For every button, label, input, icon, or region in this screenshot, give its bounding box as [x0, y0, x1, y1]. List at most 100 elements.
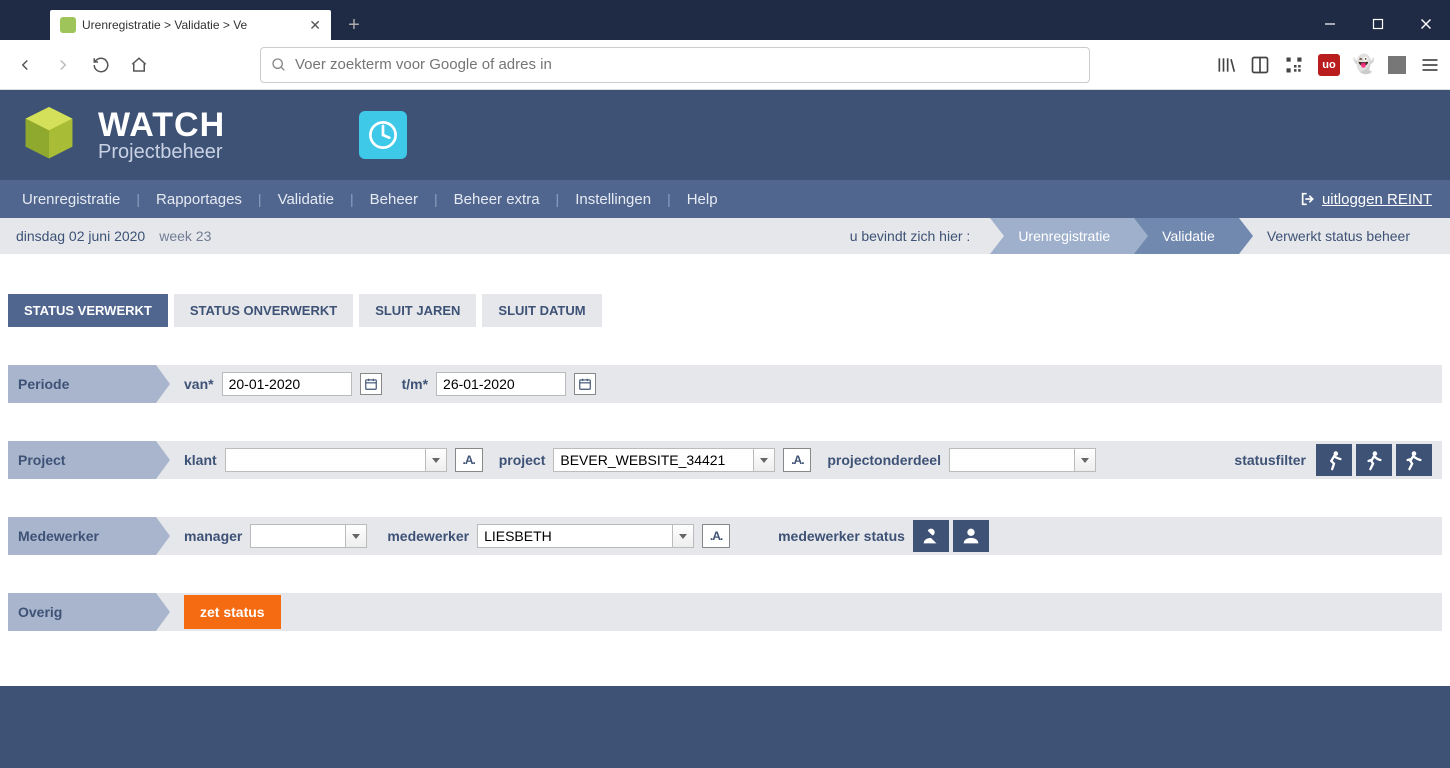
chevron-down-icon: [1080, 455, 1090, 465]
address-input[interactable]: [295, 56, 1079, 73]
person-run-icon: [1363, 449, 1385, 471]
medewerker-dropdown-button[interactable]: [672, 524, 694, 548]
window-maximize-button[interactable]: [1354, 8, 1402, 40]
tm-input[interactable]: [436, 372, 566, 396]
tab-sluit-jaren[interactable]: SLUIT JAREN: [359, 294, 476, 327]
van-calendar-button[interactable]: [360, 373, 382, 395]
statusfilter-btn-3[interactable]: [1396, 444, 1432, 476]
tm-label: t/m*: [402, 376, 428, 392]
medewerker-input[interactable]: [477, 524, 672, 548]
onderdeel-input[interactable]: [949, 448, 1074, 472]
manager-combo[interactable]: [250, 524, 367, 548]
nav-help[interactable]: Help: [683, 191, 722, 208]
van-input[interactable]: [222, 372, 352, 396]
menu-button[interactable]: [1420, 55, 1440, 75]
person-icon: [960, 525, 982, 547]
back-button[interactable]: [10, 50, 40, 80]
brand-subtitle: Projectbeheer: [98, 142, 225, 162]
calendar-icon: [364, 377, 378, 391]
tm-calendar-button[interactable]: [574, 373, 596, 395]
project-combo[interactable]: [553, 448, 775, 472]
onderdeel-combo[interactable]: [949, 448, 1096, 472]
manager-dropdown-button[interactable]: [345, 524, 367, 548]
search-icon: [271, 57, 287, 73]
project-lookup-button[interactable]: .A.: [783, 448, 811, 472]
project-input[interactable]: [553, 448, 753, 472]
medewerker-status-btn-1[interactable]: [913, 520, 949, 552]
forward-button[interactable]: [48, 50, 78, 80]
window-controls: [1306, 8, 1450, 40]
nav-beheer[interactable]: Beheer: [366, 191, 422, 208]
brand-name: WATCH: [98, 108, 225, 142]
chevron-down-icon: [351, 531, 361, 541]
browser-toolbar: uo 👻: [0, 40, 1450, 90]
reader-icon[interactable]: [1250, 55, 1270, 75]
tab-close-icon[interactable]: ✕: [309, 17, 321, 34]
browser-tab[interactable]: Urenregistratie > Validatie > Ve ✕: [50, 10, 331, 40]
qr-icon[interactable]: [1284, 55, 1304, 75]
nav-validatie[interactable]: Validatie: [274, 191, 338, 208]
onderdeel-dropdown-button[interactable]: [1074, 448, 1096, 472]
logo-icon: [14, 100, 84, 170]
medewerker-status-btn-2[interactable]: [953, 520, 989, 552]
person-run-icon: [1403, 449, 1425, 471]
home-button[interactable]: [124, 50, 154, 80]
manager-input[interactable]: [250, 524, 345, 548]
person-slash-icon: [920, 525, 942, 547]
extension-icon[interactable]: [1388, 56, 1406, 74]
van-label: van*: [184, 376, 214, 392]
reload-button[interactable]: [86, 50, 116, 80]
nav-beheer-extra[interactable]: Beheer extra: [450, 191, 544, 208]
row-periode: Periode van* t/m*: [8, 365, 1442, 403]
nav-instellingen[interactable]: Instellingen: [571, 191, 655, 208]
clock-badge-icon[interactable]: [359, 111, 407, 159]
ublock-icon[interactable]: uo: [1318, 54, 1340, 76]
page-tabs: STATUS VERWERKT STATUS ONVERWERKT SLUIT …: [0, 264, 1450, 327]
app-header: WATCH Projectbeheer: [0, 90, 1450, 180]
row-overig: Overig zet status: [8, 593, 1442, 631]
onderdeel-label: projectonderdeel: [827, 452, 941, 468]
library-icon[interactable]: [1216, 55, 1236, 75]
logo-text: WATCH Projectbeheer: [98, 108, 225, 162]
window-close-button[interactable]: [1402, 8, 1450, 40]
klant-input[interactable]: [225, 448, 425, 472]
new-tab-button[interactable]: +: [339, 10, 369, 40]
logout-icon: [1300, 191, 1316, 207]
medewerker-status-label: medewerker status: [778, 528, 905, 544]
logout-link[interactable]: uitloggen REINT: [1300, 191, 1432, 208]
breadcrumb-l2[interactable]: Validatie: [1134, 218, 1239, 254]
location-label: u bevindt zich hier :: [850, 228, 971, 244]
breadcrumb-l1[interactable]: Urenregistratie: [990, 218, 1134, 254]
current-week: week 23: [159, 228, 211, 244]
tab-status-verwerkt[interactable]: STATUS VERWERKT: [8, 294, 168, 327]
klant-combo[interactable]: [225, 448, 447, 472]
ghostery-icon[interactable]: 👻: [1354, 55, 1374, 75]
medewerker-lookup-button[interactable]: .A.: [702, 524, 730, 548]
klant-lookup-button[interactable]: .A.: [455, 448, 483, 472]
row-label-medewerker: Medewerker: [8, 517, 156, 555]
klant-dropdown-button[interactable]: [425, 448, 447, 472]
row-label-project: Project: [8, 441, 156, 479]
window-minimize-button[interactable]: [1306, 8, 1354, 40]
chevron-down-icon: [678, 531, 688, 541]
statusfilter-btn-2[interactable]: [1356, 444, 1392, 476]
nav-rapportages[interactable]: Rapportages: [152, 191, 246, 208]
medewerker-combo[interactable]: [477, 524, 694, 548]
statusfilter-btn-1[interactable]: [1316, 444, 1352, 476]
browser-titlebar: Urenregistratie > Validatie > Ve ✕ +: [0, 0, 1450, 40]
address-bar[interactable]: [260, 47, 1090, 83]
medewerker-label: medewerker: [387, 528, 469, 544]
breadcrumb-l3: Verwerkt status beheer: [1239, 218, 1434, 254]
tab-sluit-datum[interactable]: SLUIT DATUM: [482, 294, 601, 327]
nav-urenregistratie[interactable]: Urenregistratie: [18, 191, 124, 208]
tab-favicon-icon: [60, 17, 76, 33]
zet-status-button[interactable]: zet status: [184, 595, 281, 629]
tab-status-onverwerkt[interactable]: STATUS ONVERWERKT: [174, 294, 353, 327]
project-dropdown-button[interactable]: [753, 448, 775, 472]
klant-label: klant: [184, 452, 217, 468]
footer: [0, 686, 1450, 768]
row-project: Project klant .A. project .A. projectond…: [8, 441, 1442, 479]
person-run-icon: [1323, 449, 1345, 471]
calendar-icon: [578, 377, 592, 391]
logout-label: uitloggen REINT: [1322, 191, 1432, 208]
